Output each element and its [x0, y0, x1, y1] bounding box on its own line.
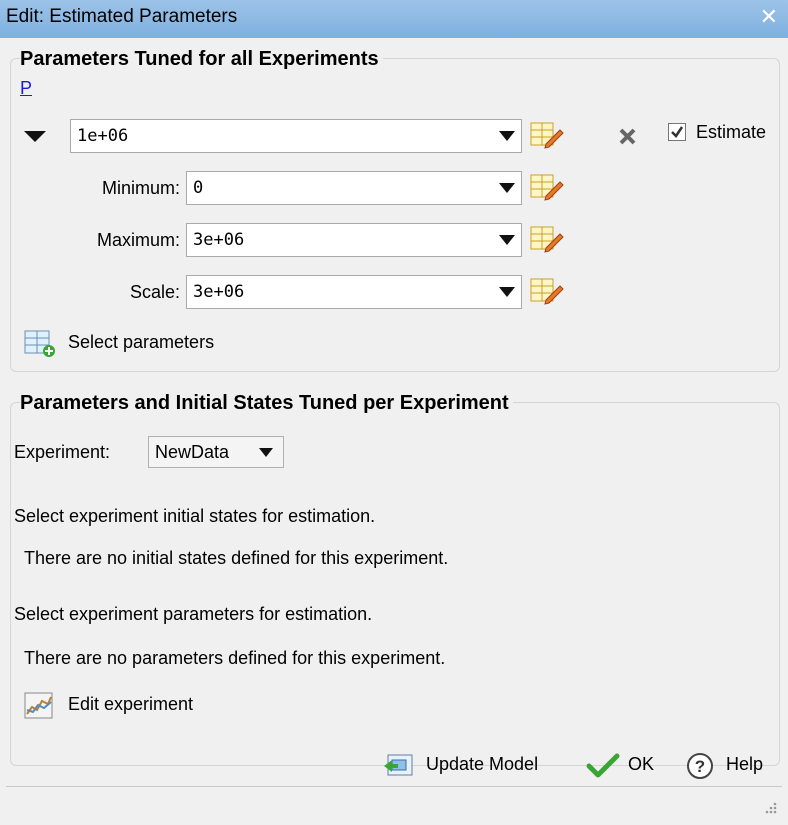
panel-all-experiments [10, 58, 780, 372]
scale-combo[interactable]: 3e+06 [186, 275, 522, 309]
help-button[interactable]: ? Help [686, 750, 780, 782]
scale-value: 3e+06 [193, 282, 245, 302]
ok-label: OK [628, 754, 655, 774]
check-icon [586, 753, 620, 778]
panel-per-title: Parameters and Initial States Tuned per … [20, 392, 513, 415]
params-heading: Select experiment parameters for estimat… [14, 604, 373, 624]
edit-table-icon[interactable] [530, 172, 564, 202]
window-title: Edit: Estimated Parameters [6, 6, 238, 27]
edit-table-icon[interactable] [530, 120, 564, 150]
update-model-label: Update Model [426, 754, 539, 774]
edit-table-icon[interactable] [530, 276, 564, 306]
dropdown-arrow-icon [499, 287, 515, 297]
minimum-value: 0 [193, 178, 204, 198]
select-parameters-label: Select parameters [68, 332, 215, 352]
help-icon: ? [687, 753, 713, 779]
add-grid-icon [24, 330, 55, 357]
panel-all-title: Parameters Tuned for all Experiments [20, 48, 383, 71]
help-label: Help [726, 754, 764, 774]
title-bar: Edit: Estimated Parameters ✕ [0, 0, 788, 38]
states-heading: Select experiment initial states for est… [14, 506, 376, 526]
status-bar [6, 786, 782, 819]
experiment-select[interactable]: NewData [148, 436, 284, 468]
resize-grip-icon[interactable] [762, 799, 778, 815]
param-link-p[interactable]: P [20, 78, 32, 99]
dropdown-arrow-icon [259, 448, 273, 457]
maximum-value: 3e+06 [193, 230, 245, 250]
params-note: There are no parameters defined for this… [24, 648, 446, 668]
maximum-combo[interactable]: 3e+06 [186, 223, 522, 257]
dropdown-arrow-icon [499, 235, 515, 245]
update-model-icon [384, 754, 413, 776]
edit-experiment-button[interactable]: Edit experiment [24, 690, 244, 722]
estimate-checkbox[interactable] [668, 123, 686, 141]
close-icon[interactable]: ✕ [760, 4, 778, 30]
minimum-combo[interactable]: 0 [186, 171, 522, 205]
maximum-label: Maximum: [96, 230, 180, 250]
edit-table-icon[interactable] [530, 224, 564, 254]
ok-button[interactable]: OK [586, 750, 666, 782]
value-combo-text: 1e+06 [77, 126, 129, 146]
select-parameters-button[interactable]: Select parameters [24, 328, 254, 360]
experiment-value: NewData [155, 442, 230, 462]
collapse-triangle-icon[interactable] [24, 131, 46, 142]
value-combo[interactable]: 1e+06 [70, 119, 522, 153]
edit-experiment-label: Edit experiment [68, 694, 194, 714]
update-model-button[interactable]: Update Model [382, 750, 562, 782]
estimate-label: Estimate [696, 122, 767, 142]
states-note: There are no initial states defined for … [24, 548, 449, 568]
svg-text:?: ? [695, 757, 705, 776]
experiment-icon [24, 692, 53, 719]
experiment-label: Experiment: [14, 442, 111, 462]
dropdown-arrow-icon [499, 183, 515, 193]
dialog-body: Parameters Tuned for all Experiments P 1… [6, 38, 782, 825]
minimum-label: Minimum: [101, 178, 180, 198]
scale-label: Scale: [129, 282, 180, 302]
dropdown-arrow-icon [499, 131, 515, 141]
x-icon[interactable] [616, 126, 640, 148]
